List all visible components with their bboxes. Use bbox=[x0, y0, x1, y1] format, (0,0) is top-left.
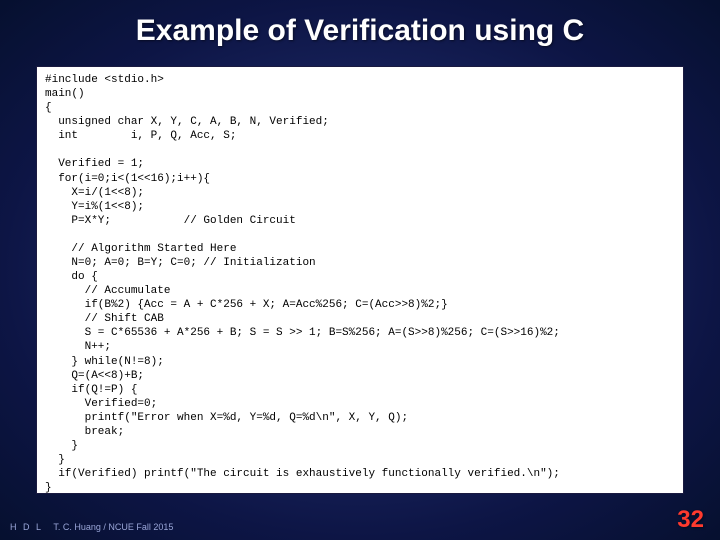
slide-title: Example of Verification using C bbox=[0, 0, 720, 48]
page-number: 32 bbox=[677, 506, 704, 534]
footer-hdl-label: H D L bbox=[10, 522, 43, 532]
footer-credit: T. C. Huang / NCUE Fall 2015 bbox=[53, 522, 173, 532]
code-block: #include <stdio.h> main() { unsigned cha… bbox=[45, 73, 675, 494]
footer-left: H D L T. C. Huang / NCUE Fall 2015 bbox=[10, 522, 173, 532]
code-container: #include <stdio.h> main() { unsigned cha… bbox=[36, 66, 684, 494]
